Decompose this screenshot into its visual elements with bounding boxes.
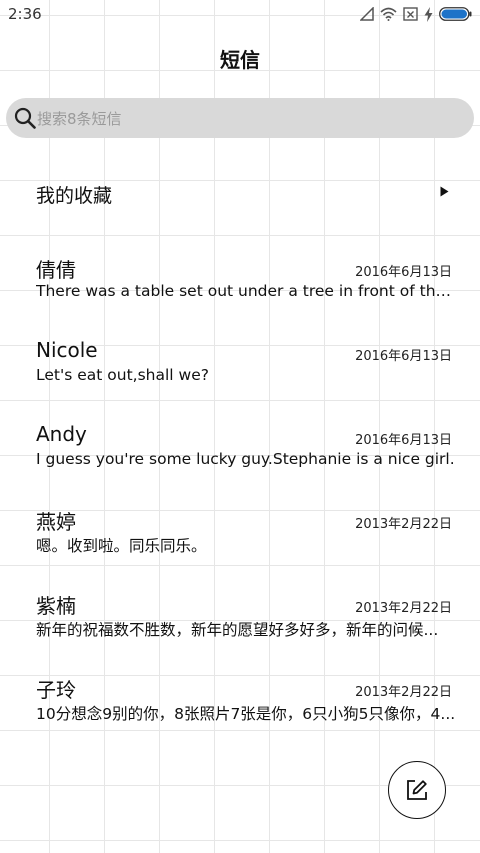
message-date: 2013年2月22日 <box>355 685 452 700</box>
compose-icon <box>407 780 427 800</box>
message-preview: 10分想念9别的你，8张照片7张是你，6只小狗5只像你，4... <box>36 705 456 723</box>
message-date: 2016年6月13日 <box>355 433 452 448</box>
favorites-row[interactable]: 我的收藏 <box>0 168 480 218</box>
arrow-right-icon <box>440 186 449 197</box>
signal-icon <box>360 7 374 21</box>
message-preview: Let's eat out,shall we? <box>36 366 209 384</box>
message-item[interactable]: 燕婷 2013年2月22日 嗯。收到啦。同乐同乐。 <box>0 506 480 586</box>
message-date: 2013年2月22日 <box>355 517 452 532</box>
contact-name: Nicole <box>36 338 98 362</box>
message-item[interactable]: 倩倩 2016年6月13日 There was a table set out … <box>0 254 480 334</box>
search-icon <box>14 107 36 129</box>
compose-button[interactable] <box>388 761 446 819</box>
page-title: 短信 <box>220 48 260 72</box>
status-icons <box>360 6 472 22</box>
wifi-icon <box>380 7 397 21</box>
sim-icon <box>403 7 418 21</box>
message-date: 2013年2月22日 <box>355 601 452 616</box>
status-bar: 2:36 <box>0 0 480 28</box>
message-preview: 新年的祝福数不胜数，新年的愿望好多好多，新年的问候... <box>36 621 439 639</box>
message-preview: 嗯。收到啦。同乐同乐。 <box>36 537 207 555</box>
status-time: 2:36 <box>8 5 42 23</box>
search-bar[interactable]: 搜索8条短信 <box>6 98 474 138</box>
message-item[interactable]: 紫楠 2013年2月22日 新年的祝福数不胜数，新年的愿望好多好多，新年的问候.… <box>0 590 480 670</box>
message-preview: There was a table set out under a tree i… <box>36 282 456 300</box>
contact-name: Andy <box>36 422 87 446</box>
contact-name: 倩倩 <box>36 258 76 282</box>
battery-icon <box>439 7 472 21</box>
message-preview: I guess you're some lucky guy.Stephanie … <box>36 450 455 468</box>
contact-name: 紫楠 <box>36 594 76 618</box>
message-date: 2016年6月13日 <box>355 265 452 280</box>
message-date: 2016年6月13日 <box>355 349 452 364</box>
message-item[interactable]: 子玲 2013年2月22日 10分想念9别的你，8张照片7张是你，6只小狗5只像… <box>0 674 480 754</box>
contact-name: 燕婷 <box>36 510 76 534</box>
charging-icon <box>424 6 433 22</box>
favorites-label: 我的收藏 <box>36 185 113 207</box>
message-item[interactable]: Nicole 2016年6月13日 Let's eat out,shall we… <box>0 338 480 418</box>
contact-name: 子玲 <box>36 678 76 702</box>
message-item[interactable]: Andy 2016年6月13日 I guess you're some luck… <box>0 422 480 502</box>
search-input[interactable]: 搜索8条短信 <box>37 108 122 129</box>
